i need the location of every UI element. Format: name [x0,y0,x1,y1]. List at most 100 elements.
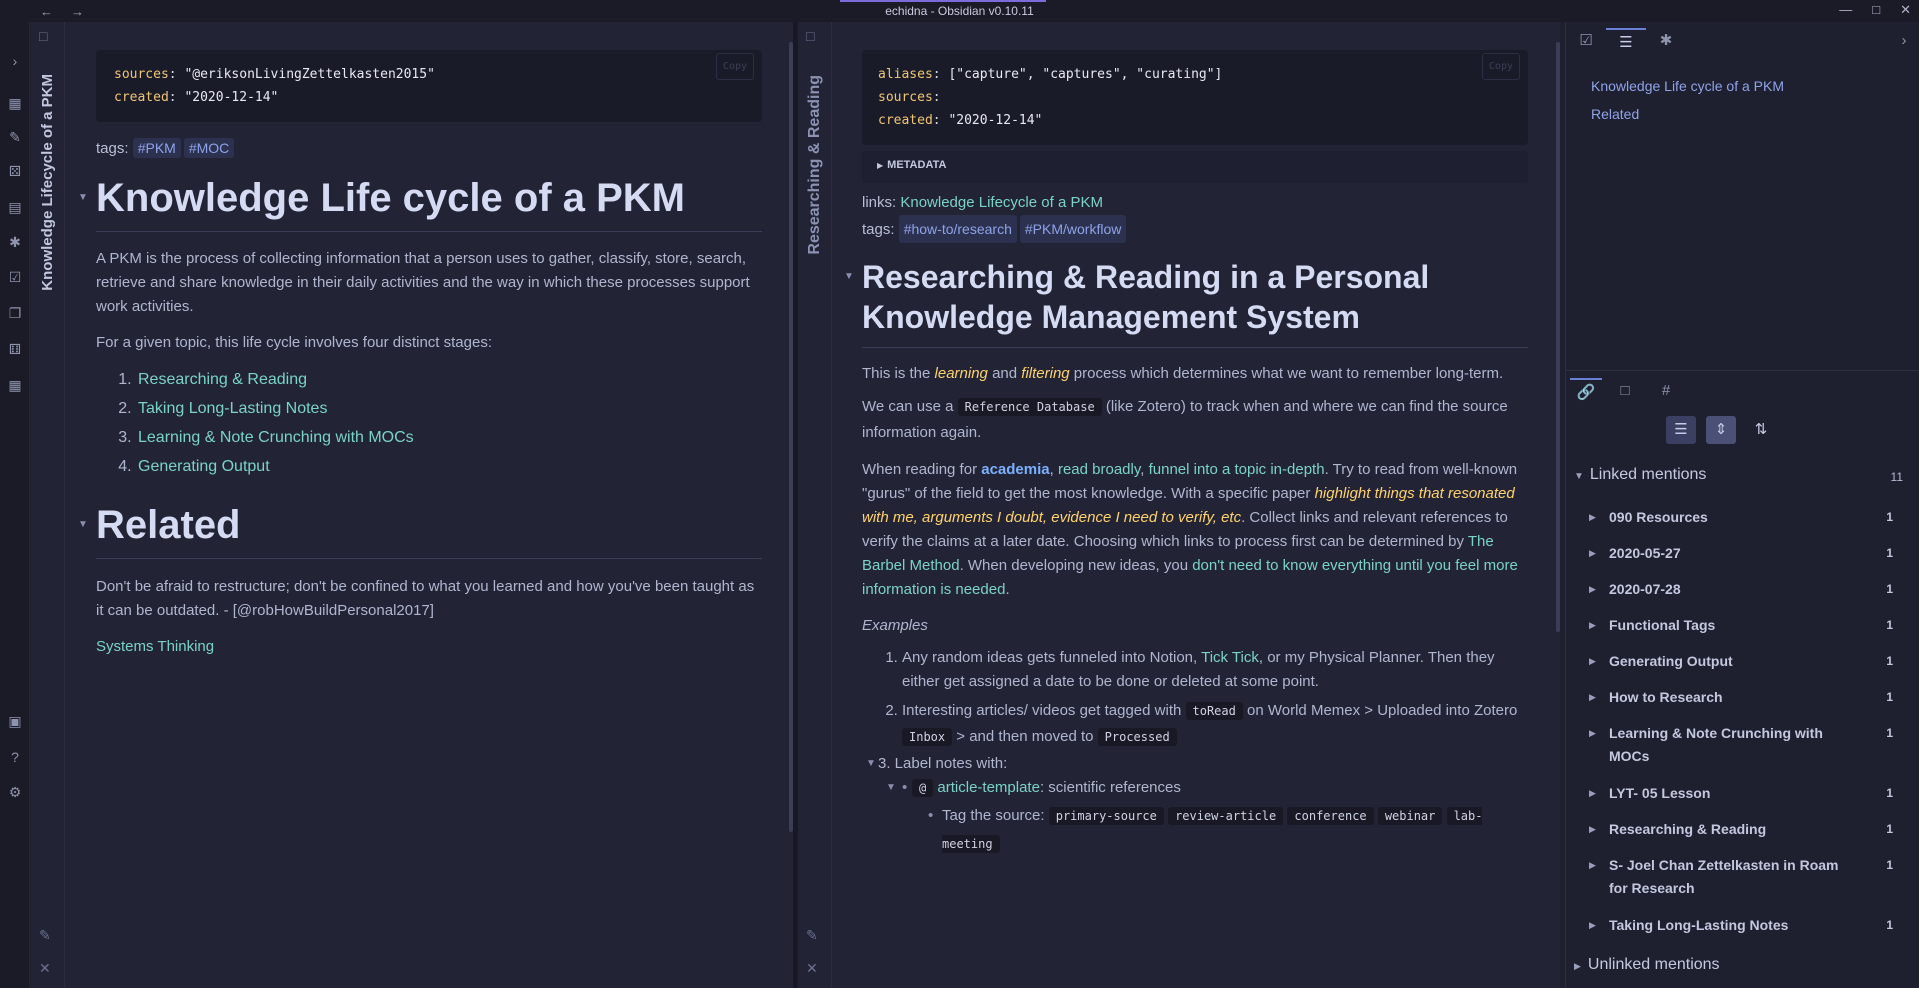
copy-icon[interactable]: ❐ [6,304,24,322]
minimize-button[interactable]: — [1839,2,1852,18]
random-note-icon[interactable]: ⚅ [6,340,24,358]
funnel-link[interactable]: funnel into a topic in-depth [1149,461,1325,478]
tags-label: tags: [862,221,895,238]
linked-mentions-header[interactable]: ▼ Linked mentions [1574,466,1706,484]
show-more-context-button[interactable]: ⇕ [1706,416,1736,444]
yaml-value: "2020-12-14" [184,90,279,105]
inline-code: Reference Database [957,398,1102,416]
item-label: Researching & Reading [1609,821,1767,837]
fold-icon[interactable]: ▼ [844,257,854,297]
graph-tab-icon[interactable]: ✱ [1653,28,1679,54]
caret-right-icon: ▶ [1589,920,1596,930]
file-tab-icon[interactable]: □ [1612,378,1638,404]
unlinked-mentions-header[interactable]: ▶ Unlinked mentions [1574,956,1720,974]
linked-mention-item[interactable]: ▶ 2020-07-28 1 [1589,578,1899,601]
caret-right-icon: ▶ [1589,584,1596,594]
template-icon[interactable]: ▤ [6,198,24,216]
copy-button[interactable]: Copy [1481,53,1520,80]
tags-tab-icon[interactable]: # [1653,378,1679,404]
vault-icon[interactable]: ▣ [6,712,24,730]
heading-text: Related [96,503,241,547]
close-pane-icon[interactable]: ✕ [39,960,51,977]
sub-sub-list-item: • Tag the source: primary-source review-… [928,802,1528,858]
file-icon[interactable]: □ [806,28,814,44]
outline-item[interactable]: Related [1591,106,1639,122]
fold-icon[interactable]: ▼ [78,192,88,203]
read-broadly-link[interactable]: read broadly [1058,461,1140,478]
linked-mention-item[interactable]: ▶ Generating Output 1 [1589,650,1899,673]
inline-code: Inbox [902,728,953,746]
database-icon[interactable]: ▦ [6,376,24,394]
sort-order-button[interactable]: ⇅ [1746,416,1776,444]
calendar-icon[interactable]: ☑ [6,268,24,286]
stage-link[interactable]: Generating Output [138,458,270,475]
linked-mention-item[interactable]: ▶ Researching & Reading 1 [1589,818,1899,841]
linked-mentions-label: Linked mentions [1589,466,1707,483]
stage-link[interactable]: Researching & Reading [138,371,307,388]
systems-thinking-link[interactable]: Systems Thinking [96,638,214,655]
tag-moc[interactable]: #MOC [183,138,235,158]
panel-separator [1566,370,1919,371]
list-item: Any random ideas gets funneled into Noti… [902,646,1528,694]
stage-link[interactable]: Learning & Note Crunching with MOCs [138,429,414,446]
calendar-tab-icon[interactable]: ☑ [1573,28,1599,54]
table-icon[interactable]: ▦ [6,94,24,112]
linked-mention-item[interactable]: ▶ 090 Resources 1 [1589,506,1899,529]
outline-item[interactable]: Knowledge Life cycle of a PKM [1591,78,1784,94]
article-template-link[interactable]: article-template [937,779,1040,796]
fold-icon[interactable]: ▼ [886,776,896,800]
help-icon[interactable]: ? [6,748,24,766]
mid-pane-title[interactable]: Researching & Reading [806,75,824,255]
outline-tab-icon[interactable]: ☰ [1606,28,1646,54]
heading-text: Knowledge Life cycle of a PKM [96,176,686,220]
tags-line: tags: #PKM #MOC [96,138,762,158]
left-pane-title[interactable]: Knowledge Lifecycle of a PKM [39,74,56,291]
collapse-sidebar-icon[interactable]: › [1891,28,1917,54]
close-window-button[interactable]: ✕ [1900,2,1911,18]
forward-arrow-icon[interactable]: → [71,4,84,19]
metadata-toggle[interactable]: ▶ METADATA [862,151,1528,183]
text: Interesting articles/ videos get tagged … [902,702,1186,719]
close-pane-icon[interactable]: ✕ [806,960,818,977]
fold-icon[interactable]: ▼ [78,519,88,530]
maximize-button[interactable]: □ [1872,2,1880,18]
copy-button[interactable]: Copy [715,53,754,80]
linked-mention-item[interactable]: ▶ S- Joel Chan Zettelkasten in Roam for R… [1589,854,1899,900]
item-count: 1 [1886,510,1893,524]
settings-icon[interactable]: ⚙ [6,783,24,801]
linked-mention-item[interactable]: ▶ LYT- 05 Lesson 1 [1589,782,1899,805]
caret-right-icon: ▶ [1589,824,1596,834]
backlinks-tab-icon[interactable]: 🔗 [1570,378,1602,404]
collapse-results-button[interactable]: ☰ [1666,416,1696,444]
dice-icon[interactable]: ⚄ [6,162,24,180]
academia-link[interactable]: academia [981,461,1049,478]
edit-icon[interactable]: ✎ [39,927,51,944]
scrollbar[interactable] [1556,42,1560,632]
file-icon[interactable]: □ [39,28,47,44]
unlinked-mentions-label: Unlinked mentions [1587,956,1720,973]
linked-mention-item[interactable]: ▶ How to Research 1 [1589,686,1899,709]
ticktick-link[interactable]: Tick Tick [1201,649,1259,666]
caret-right-icon: ▶ [1589,692,1596,702]
inline-code: primary-source [1048,807,1164,825]
linked-mention-item[interactable]: ▶ Taking Long-Lasting Notes 1 [1589,914,1899,937]
back-arrow-icon[interactable]: ← [40,4,53,19]
tag-how-to-research[interactable]: #how-to/research [898,215,1017,243]
linked-mention-item[interactable]: ▶ Learning & Note Crunching with MOCs 1 [1589,722,1899,768]
pencil-icon[interactable]: ✎ [6,128,24,146]
title-accent [840,0,1046,2]
text: . When developing new ideas, you [959,557,1193,574]
graph-icon[interactable]: ✱ [6,233,24,251]
tag-pkm-workflow[interactable]: #PKM/workflow [1019,215,1127,243]
fold-icon[interactable]: ▼ [866,752,876,776]
text: This is the [862,365,935,382]
tag-pkm[interactable]: #PKM [132,138,181,158]
linked-mention-item[interactable]: ▶ 2020-05-27 1 [1589,542,1899,565]
right-sidebar: ☑ ☰ ✱ › Knowledge Life cycle of a PKM Re… [1565,22,1919,988]
stage-link[interactable]: Taking Long-Lasting Notes [138,400,327,417]
expand-sidebar-icon[interactable]: › [6,52,24,70]
text: Any random ideas gets funneled into Noti… [902,649,1202,666]
links-link[interactable]: Knowledge Lifecycle of a PKM [900,194,1103,211]
edit-icon[interactable]: ✎ [806,927,818,944]
linked-mention-item[interactable]: ▶ Functional Tags 1 [1589,614,1899,637]
